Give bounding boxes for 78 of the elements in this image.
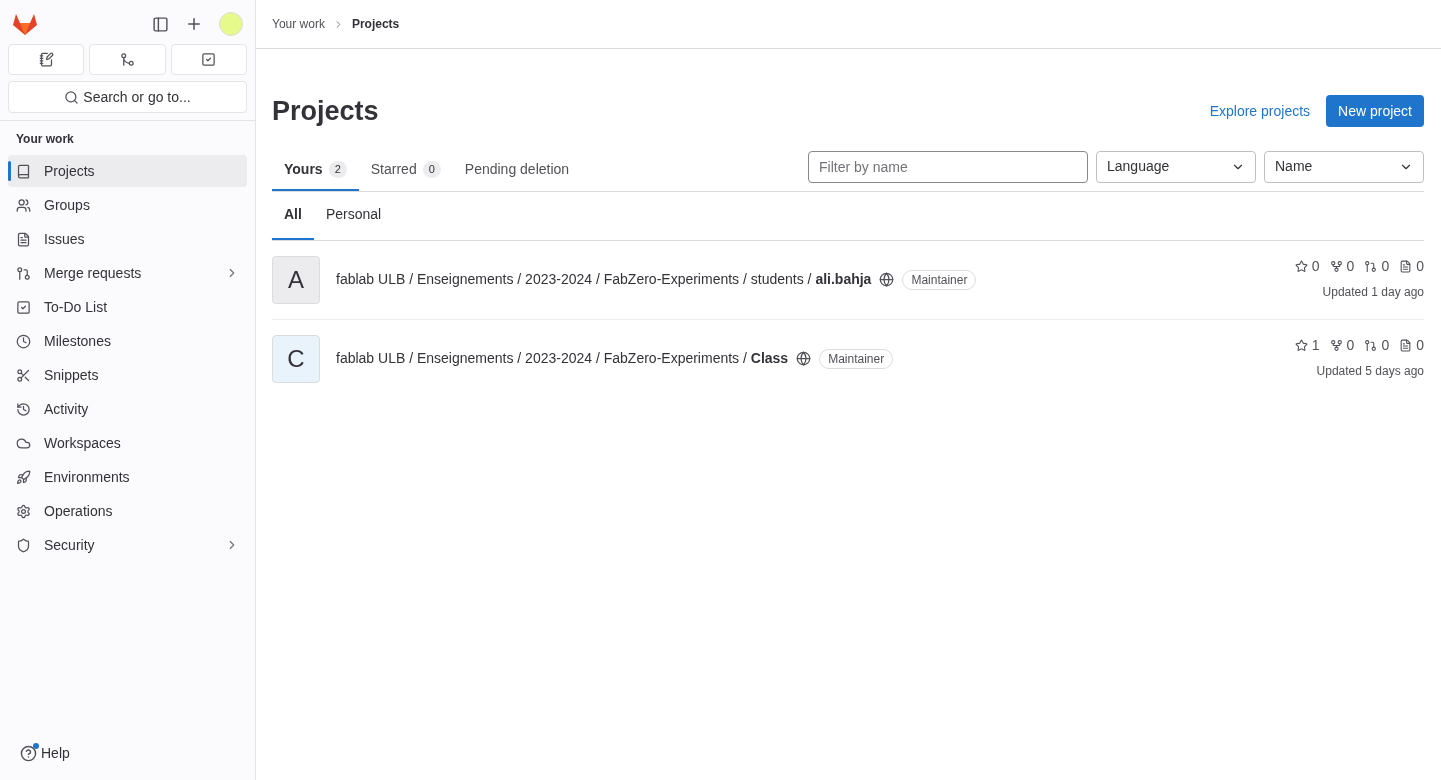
language-dropdown[interactable]: Language — [1096, 150, 1256, 183]
count-badge: 2 — [328, 161, 347, 178]
fork-icon — [1329, 259, 1343, 273]
star-icon — [1294, 259, 1308, 273]
history-icon — [16, 401, 31, 417]
book-icon — [16, 163, 31, 179]
merge-request-icon — [16, 265, 31, 281]
count-badge: 0 — [422, 161, 441, 178]
issue-count[interactable]: 0 — [1416, 334, 1424, 356]
globe-icon — [796, 351, 812, 366]
nav-item[interactable]: Projects — [8, 155, 247, 187]
filter-field[interactable]: Filter by name — [808, 150, 1088, 183]
nav-item[interactable]: Activity — [8, 393, 247, 425]
sort-dropdown[interactable]: Name — [1264, 150, 1424, 183]
cloud-icon — [16, 435, 31, 451]
shield-icon — [16, 537, 31, 553]
star-icon — [1294, 338, 1308, 352]
merge-request-icon — [120, 52, 135, 67]
help-icon — [20, 745, 37, 762]
help-link[interactable]: Help — [0, 743, 255, 780]
nav-item[interactable]: Issues — [8, 223, 247, 255]
merge-request-count[interactable]: 0 — [1381, 334, 1390, 356]
nav-item[interactable]: Merge requests — [8, 257, 247, 289]
subtab[interactable]: All — [272, 191, 314, 240]
nav-item[interactable]: Groups — [8, 189, 247, 221]
document-icon — [16, 231, 31, 247]
page-title: Projects — [272, 95, 379, 128]
tab[interactable]: Pending deletion — [452, 150, 582, 191]
todo-button[interactable] — [170, 44, 247, 75]
updated-time: Updated 1 day ago — [1322, 283, 1424, 301]
checkbox-icon — [16, 299, 31, 315]
new-project-button[interactable]: New project — [1326, 95, 1424, 128]
sidebar-toggle-icon[interactable] — [152, 15, 169, 33]
nav-item[interactable]: Environments — [8, 461, 247, 493]
clock-icon — [16, 333, 31, 349]
fork-count[interactable]: 0 — [1346, 255, 1355, 277]
issue-count[interactable]: 0 — [1416, 255, 1424, 277]
nav-item[interactable]: Security — [8, 529, 247, 561]
star-count[interactable]: 0 — [1311, 255, 1320, 277]
nav-item[interactable]: Snippets — [8, 359, 247, 391]
tab[interactable]: Yours 2 — [272, 150, 359, 191]
fork-icon — [1329, 338, 1343, 352]
subtab[interactable]: Personal — [313, 191, 394, 240]
merge-request-icon — [1364, 338, 1378, 352]
nav-item[interactable]: To-Do List — [8, 291, 247, 323]
scissors-icon — [16, 367, 31, 383]
breadcrumb-link[interactable]: Your work — [272, 15, 325, 33]
project-path-link[interactable]: fablab ULB / Enseignements / 2023-2024 / FabZero-Experiments / Class — [336, 348, 789, 369]
plus-icon[interactable] — [185, 15, 203, 33]
tab[interactable]: Starred 0 — [358, 150, 453, 191]
search-icon — [64, 89, 80, 105]
rocket-icon — [16, 469, 31, 485]
updated-time: Updated 5 days ago — [1316, 362, 1424, 380]
project-avatar[interactable]: A — [272, 255, 320, 304]
merge-request-icon — [1364, 259, 1378, 273]
breadcrumb-link[interactable]: Projects — [351, 15, 400, 33]
issues-button[interactable] — [8, 44, 85, 75]
search-button[interactable]: Search or go to... — [8, 81, 247, 113]
project-path-link[interactable]: fablab ULB / Enseignements / 2023-2024 / FabZero-Experiments / students / ali.bahja — [336, 269, 872, 290]
project-avatar[interactable]: C — [272, 334, 320, 383]
explore-projects-link[interactable]: Explore projects — [1209, 100, 1311, 122]
fork-count[interactable]: 0 — [1346, 334, 1355, 356]
issue-icon — [38, 52, 54, 67]
issue-icon — [1399, 338, 1413, 352]
merge-requests-button[interactable] — [89, 44, 166, 75]
merge-request-count[interactable]: 0 — [1381, 255, 1390, 277]
active-indicator — [8, 161, 11, 181]
globe-icon — [879, 272, 895, 287]
section-title: Your work — [15, 131, 75, 148]
issue-icon — [1399, 259, 1413, 273]
nav-item[interactable]: Workspaces — [8, 427, 247, 459]
checkbox-icon — [201, 52, 217, 67]
nav-item[interactable]: Milestones — [8, 325, 247, 357]
fox-logo-icon[interactable] — [12, 12, 38, 36]
nav-item[interactable]: Operations — [8, 495, 247, 527]
users-icon — [16, 197, 31, 213]
star-count[interactable]: 1 — [1311, 334, 1320, 356]
settings-icon — [16, 503, 31, 519]
